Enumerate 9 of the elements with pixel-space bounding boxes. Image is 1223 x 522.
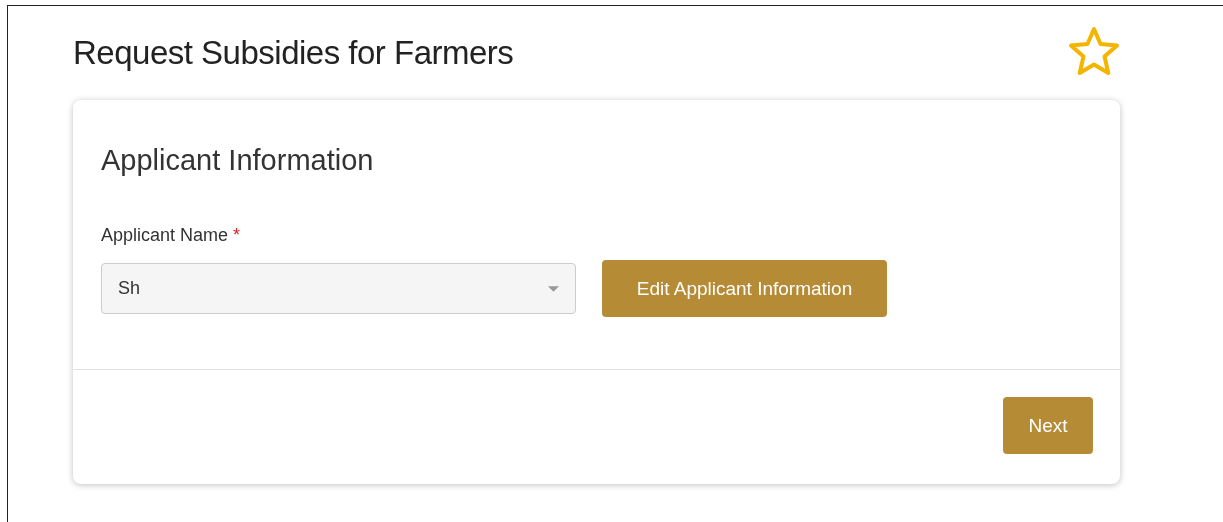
edit-button[interactable]: Edit Applicant Information bbox=[602, 260, 887, 317]
section-title: Applicant Information bbox=[101, 144, 375, 177]
applicant-select[interactable]: Sh bbox=[101, 263, 576, 314]
caret-icon bbox=[548, 285, 559, 292]
star-icon[interactable] bbox=[1068, 26, 1120, 76]
required-mark: * bbox=[233, 225, 241, 246]
page-title: Request Subsidies for Farmers bbox=[73, 34, 514, 72]
next-button[interactable]: Next bbox=[1003, 397, 1093, 454]
field-label: Applicant Name bbox=[101, 225, 229, 246]
